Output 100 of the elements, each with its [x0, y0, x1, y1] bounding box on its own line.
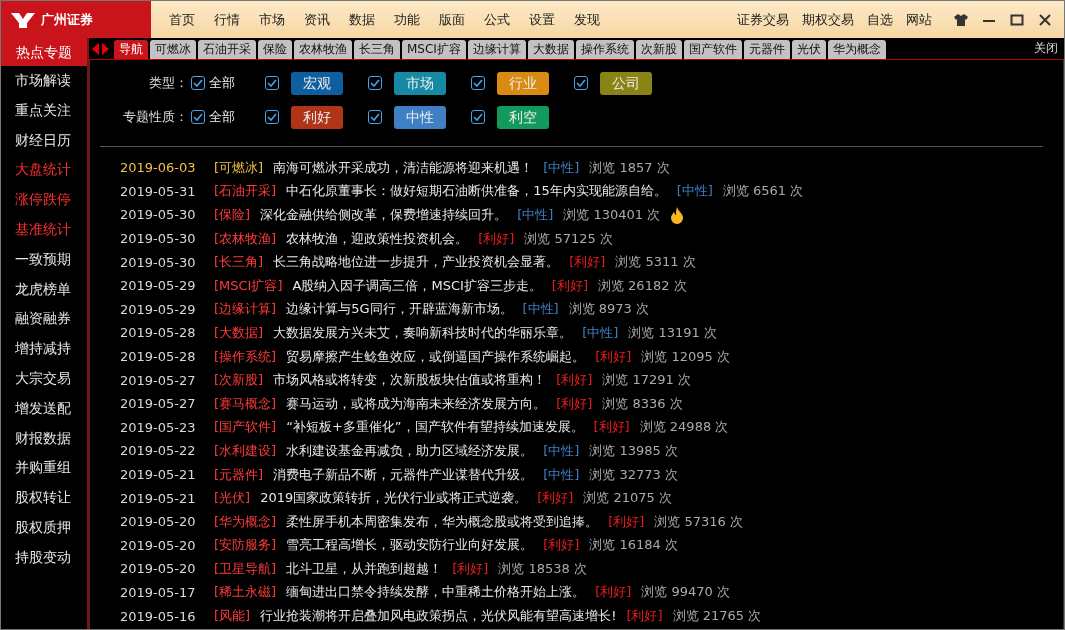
tab[interactable]: 保险 [258, 40, 292, 59]
tab[interactable]: 可燃冰 [150, 40, 196, 59]
menu-item[interactable]: 公式 [474, 10, 519, 29]
close-link[interactable]: 关闭 [1034, 40, 1064, 59]
topic-link[interactable]: [操作系统] [214, 347, 277, 366]
category-chip[interactable]: 利好 [291, 105, 343, 129]
menu-item[interactable]: 行情 [204, 10, 249, 29]
tab[interactable]: 元器件 [743, 40, 790, 59]
tab[interactable]: 操作系统 [575, 40, 634, 59]
sidebar-item[interactable]: 并购重组 [1, 453, 87, 484]
headline-link[interactable]: 中石化原董事长：做好短期石油断供准备，15年内实现能源自给。 [286, 182, 667, 201]
headline-link[interactable]: A股纳入因子调高三倍，MSCI扩容三步走。 [292, 276, 542, 295]
headline-link[interactable]: 贸易摩擦产生鲶鱼效应，或倒逼国产操作系统崛起。 [286, 347, 586, 366]
maximize-icon[interactable] [1010, 13, 1024, 26]
sidebar-item[interactable]: 增发送配 [1, 393, 87, 424]
tab[interactable]: 导航 [114, 40, 148, 59]
topic-link[interactable]: [赛马概念] [214, 394, 277, 413]
category-chip[interactable]: 市场 [394, 71, 446, 95]
topic-link[interactable]: [MSCI扩容] [214, 276, 283, 295]
headline-link[interactable]: 大数据发展方兴未艾，奏响新科技时代的华丽乐章。 [273, 323, 573, 342]
checkbox[interactable] [265, 110, 279, 124]
menu-item[interactable]: 首页 [159, 10, 204, 29]
headline-link[interactable]: 边缘计算与5G同行，开辟蓝海新市场。 [286, 300, 513, 319]
sidebar-item[interactable]: 股权转让 [1, 483, 87, 513]
sidebar-item[interactable]: 市场解读 [1, 66, 87, 96]
tab[interactable]: 华为概念 [827, 40, 886, 59]
tab[interactable]: 边缘计算 [467, 40, 526, 59]
topic-link[interactable]: [可燃冰] [214, 158, 264, 177]
headline-link[interactable]: 柔性屏手机本周密集发布，华为概念股或将受到追捧。 [286, 512, 599, 531]
topic-link[interactable]: [大数据] [214, 323, 264, 342]
menu-item[interactable]: 资讯 [294, 10, 339, 29]
topic-link[interactable]: [华为概念] [214, 512, 277, 531]
topic-link[interactable]: [水利建设] [214, 441, 277, 460]
topic-link[interactable]: [保险] [214, 206, 251, 224]
topic-link[interactable]: [次新股] [214, 371, 264, 390]
headline-link[interactable]: 北斗卫星，从并跑到超越！ [286, 559, 443, 578]
shirt-icon[interactable] [954, 13, 968, 26]
sidebar-item[interactable]: 大宗交易 [1, 363, 87, 394]
sidebar-item[interactable]: 基准统计 [1, 215, 87, 245]
menu-item[interactable]: 发现 [564, 10, 609, 29]
sidebar-item[interactable]: 财经日历 [1, 125, 87, 156]
sidebar-item[interactable]: 持股变动 [1, 542, 87, 573]
menu-item[interactable]: 功能 [384, 10, 429, 29]
checkbox[interactable] [368, 110, 382, 124]
tab[interactable]: 长三角 [354, 40, 400, 59]
sidebar-item[interactable]: 重点关注 [1, 95, 87, 126]
topic-link[interactable]: [光伏] [214, 489, 251, 508]
headline-link[interactable]: 南海可燃冰开采成功，清洁能源将迎来机遇！ [273, 158, 534, 177]
top-link[interactable]: 网站 [906, 10, 932, 29]
checkbox[interactable] [265, 76, 279, 90]
menu-item[interactable]: 数据 [339, 10, 384, 29]
menu-item[interactable]: 版面 [429, 10, 474, 29]
headline-link[interactable]: 深化金融供给侧改革，保费增速持续回升。 [260, 206, 508, 224]
top-link[interactable]: 自选 [867, 10, 893, 29]
headline-link[interactable]: “补短板+多重催化”，国产软件有望持续加速发展。 [286, 418, 584, 437]
sidebar-item[interactable]: 龙虎榜单 [1, 274, 87, 305]
tab[interactable]: MSCI扩容 [402, 40, 466, 59]
sidebar-item[interactable]: 融资融券 [1, 304, 87, 335]
sidebar-item[interactable]: 涨停跌停 [1, 185, 87, 215]
close-icon[interactable] [1038, 13, 1052, 26]
topic-link[interactable]: [长三角] [214, 253, 264, 272]
tab[interactable]: 光伏 [791, 40, 826, 59]
sidebar-item[interactable]: 一致预期 [1, 244, 87, 275]
sidebar-item[interactable]: 增持减持 [1, 334, 87, 364]
topic-link[interactable]: [元器件] [214, 465, 264, 484]
sidebar-title[interactable]: 热点专题 [1, 38, 87, 66]
checkbox[interactable] [368, 76, 382, 90]
sidebar-item[interactable]: 大盘统计 [1, 155, 87, 186]
category-chip[interactable]: 宏观 [291, 71, 343, 95]
tab[interactable]: 次新股 [635, 40, 682, 59]
top-link[interactable]: 证券交易 [737, 10, 789, 29]
sidebar-item[interactable]: 股权质押 [1, 512, 87, 543]
headline-link[interactable]: 长三角战略地位进一步提升，产业投资机会显著。 [273, 253, 560, 272]
checkbox[interactable] [191, 110, 205, 124]
headline-link[interactable]: 市场风格或将转变，次新股板块估值或将重构！ [273, 371, 547, 390]
topic-link[interactable]: [石油开采] [214, 182, 277, 201]
tab[interactable]: 国产软件 [683, 40, 742, 59]
right-arrow-icon[interactable] [101, 42, 110, 56]
menu-item[interactable]: 设置 [519, 10, 564, 29]
headline-link[interactable]: 农林牧渔，迎政策性投资机会。 [286, 229, 469, 248]
checkbox[interactable] [471, 110, 485, 124]
headline-link[interactable]: 2019国家政策转折，光伏行业或将正式逆袭。 [260, 489, 528, 508]
headline-link[interactable]: 雪亮工程高增长，驱动安防行业向好发展。 [286, 536, 534, 555]
checkbox[interactable] [191, 76, 205, 90]
headline-link[interactable]: 水利建设基金再减负，助力区域经济发展。 [286, 441, 534, 460]
tab[interactable]: 大数据 [527, 40, 574, 59]
topic-link[interactable]: [边缘计算] [214, 300, 277, 319]
headline-link[interactable]: 消费电子新品不断，元器件产业谋替代升级。 [273, 465, 534, 484]
topic-link[interactable]: [安防服务] [214, 536, 277, 555]
checkbox[interactable] [471, 76, 485, 90]
headline-link[interactable]: 行业抢装潮将开启叠加风电政策拐点，光伏风能有望高速增长! [260, 607, 617, 626]
headline-link[interactable]: 赛马运动，或将成为海南未来经济发展方向。 [286, 394, 547, 413]
category-chip[interactable]: 中性 [394, 105, 446, 129]
topic-link[interactable]: [稀土永磁] [214, 583, 277, 602]
topic-link[interactable]: [国产软件] [214, 418, 277, 437]
tab[interactable]: 石油开采 [198, 40, 256, 59]
menu-item[interactable]: 市场 [249, 10, 294, 29]
topic-link[interactable]: [卫星导航] [214, 559, 277, 578]
sidebar-item[interactable]: 财报数据 [1, 423, 87, 454]
topic-link[interactable]: [风能] [214, 607, 251, 626]
